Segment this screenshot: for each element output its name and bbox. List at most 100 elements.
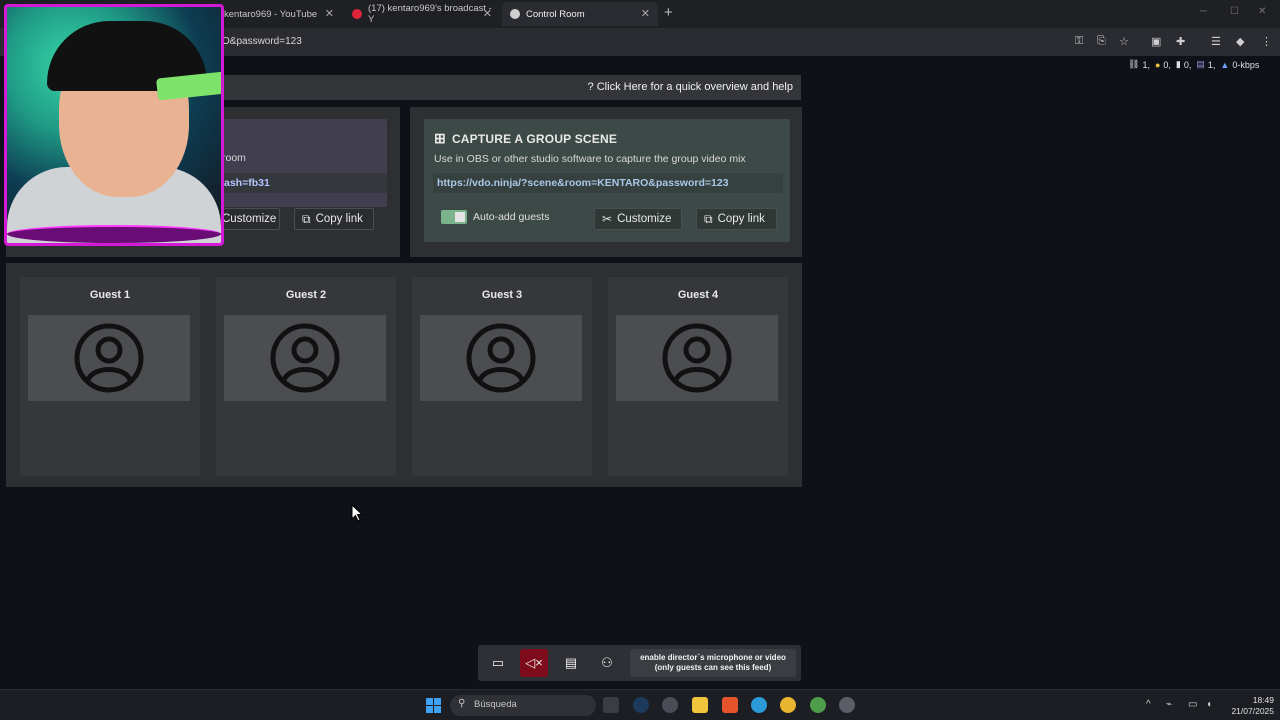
scene-title-text: CAPTURE A GROUP SCENE <box>451 131 618 146</box>
steam-icon[interactable] <box>633 697 649 713</box>
display-icon[interactable]: ▭ <box>1188 699 1197 710</box>
connection-stats: ⛓ 1, ● 0, ▮ 0, ▤ 1, ▲ 0-kbps <box>1128 59 1259 70</box>
scene-copy-link-button[interactable]: ⧉ Copy link <box>696 208 777 230</box>
clock-date: 21/07/2025 <box>1231 706 1274 716</box>
clock-time: 18:49 <box>1252 695 1274 705</box>
key-icon[interactable]: ⚿ <box>1075 35 1083 48</box>
director-toolbar: ▭ ◁× ▤ ⚇ enable director`s microphone or… <box>478 645 801 681</box>
close-icon[interactable]: ✕ <box>641 7 650 20</box>
windows-start-icon[interactable] <box>426 698 441 713</box>
guest-name: Guest 1 <box>89 289 131 301</box>
new-tab-button[interactable]: + <box>664 4 673 21</box>
webcam-overlay <box>4 4 224 246</box>
minimize-icon[interactable]: ─ <box>1200 6 1207 17</box>
auto-add-guests-label: Auto-add guests <box>473 211 550 223</box>
chat-button[interactable]: ▭ <box>484 649 512 677</box>
guest-name: Guest 4 <box>677 289 719 301</box>
wallet-icon[interactable]: ◆ <box>1236 35 1244 48</box>
guest-slot: Guest 4 <box>608 277 788 476</box>
copy-icon: ⧉ <box>302 211 311 226</box>
chrome-profile-icon[interactable] <box>810 697 826 713</box>
user-avatar-icon <box>466 323 536 393</box>
mic-hint-line2: (only guests can see this feed) <box>654 663 772 672</box>
user-avatar-icon <box>270 323 340 393</box>
users-gear-icon: ⚇ <box>601 655 613 670</box>
capture-scene-panel: ⊞ CAPTURE A GROUP SCENE Use in OBS or ot… <box>410 107 802 257</box>
guest-video-placeholder <box>420 315 582 401</box>
copy-label: Copy link <box>315 213 363 225</box>
guest-slot: Guest 1 <box>20 277 200 476</box>
scene-panel-inner: ⊞ CAPTURE A GROUP SCENE Use in OBS or ot… <box>424 119 790 242</box>
link-icon: ⛓ <box>1128 59 1140 69</box>
scene-link-field[interactable]: https://vdo.ninja/?scene&room=KENTARO&pa… <box>433 173 783 193</box>
translate-icon[interactable]: ⎘ <box>1097 35 1106 48</box>
video-icon: ▮ <box>1175 59 1181 69</box>
tab-control-room[interactable]: Control Room ✕ <box>502 2 658 26</box>
task-view-icon[interactable] <box>603 697 619 713</box>
headset-icon[interactable] <box>662 697 678 713</box>
invite-link-field[interactable]: ash=fb31 <box>220 173 387 193</box>
window-close-icon[interactable]: ✕ <box>1258 6 1266 17</box>
file-explorer-icon[interactable] <box>692 697 708 713</box>
close-icon[interactable]: ✕ <box>325 7 334 20</box>
extension-icon[interactable]: ▣ <box>1151 35 1161 48</box>
screen-icon: ▤ <box>1196 59 1205 69</box>
guest-video-placeholder <box>224 315 386 401</box>
youtube-icon <box>352 9 362 19</box>
playlist-icon[interactable]: ☰ <box>1211 35 1221 48</box>
user-avatar-icon <box>74 323 144 393</box>
taskbar-clock[interactable]: 18:49 21/07/2025 <box>1222 695 1274 717</box>
mute-speaker-button[interactable]: ◁× <box>520 649 548 677</box>
customize-label: Customize <box>617 213 672 225</box>
url-input[interactable]: O&password=123 <box>222 36 302 47</box>
help-link-label: Click Here for a quick overview and help <box>596 81 793 93</box>
guest-name: Guest 2 <box>285 289 327 301</box>
guest-slot: Guest 2 <box>216 277 396 476</box>
layout-button[interactable]: ▤ <box>557 649 585 677</box>
obs-icon[interactable] <box>839 697 855 713</box>
enable-director-mic-button[interactable]: enable director`s microphone or video (o… <box>630 649 796 677</box>
puzzle-icon[interactable]: ✚ <box>1176 35 1185 48</box>
bookmark-star-icon[interactable]: ☆ <box>1119 35 1129 48</box>
invite-description: room <box>222 152 246 164</box>
copy-label: Copy link <box>717 213 765 225</box>
network-icon[interactable]: ⌁ <box>1166 699 1172 710</box>
mouse-cursor-icon <box>351 504 363 522</box>
auto-add-guests-toggle[interactable] <box>441 210 467 224</box>
speaker-muted-icon: ◁× <box>525 655 543 670</box>
user-avatar-icon <box>662 323 732 393</box>
grid-icon: ⊞ <box>434 130 446 146</box>
brave-browser-icon[interactable] <box>722 697 738 713</box>
scene-description: Use in OBS or other studio software to c… <box>434 153 746 165</box>
volume-icon[interactable]: ◖ <box>1206 699 1212 710</box>
edge-browser-icon[interactable] <box>751 697 767 713</box>
close-icon[interactable]: ✕ <box>483 7 492 20</box>
vdo-ninja-icon <box>510 9 520 19</box>
customize-label: Customize <box>222 213 277 225</box>
quick-overview-help-link[interactable]: ? Click Here for a quick overview and he… <box>588 81 793 93</box>
tab-broadcast[interactable]: (17) kentaro969's broadcast - Y ✕ <box>344 2 500 26</box>
help-circle-icon: ? <box>587 81 594 93</box>
maximize-icon[interactable]: ☐ <box>1230 6 1239 17</box>
video-count: 0, <box>1183 59 1192 70</box>
scene-panel-title: ⊞ CAPTURE A GROUP SCENE <box>434 130 617 147</box>
search-icon: ⚲ <box>458 698 466 709</box>
guests-settings-button[interactable]: ⚇ <box>593 649 621 677</box>
layout-icon: ▤ <box>564 655 578 670</box>
mic-hint-line1: enable director`s microphone or video <box>640 653 786 662</box>
tab-youtube[interactable]: kentaro969 - YouTube ✕ <box>216 2 342 26</box>
menu-icon[interactable]: ⋮ <box>1261 35 1272 48</box>
taskbar-search-input[interactable]: ⚲ Búsqueda <box>450 695 596 716</box>
mic-icon: ● <box>1154 59 1161 70</box>
chrome-browser-icon[interactable] <box>780 697 796 713</box>
tab-label: (17) kentaro969's broadcast - Y <box>368 3 492 25</box>
guest-slots: Guest 1 Guest 2 Guest 3 Guest 4 <box>6 263 802 487</box>
scene-customize-button[interactable]: ✂ Customize <box>594 208 682 230</box>
upload-icon: ▲ <box>1220 59 1230 70</box>
chat-icon: ▭ <box>491 655 505 670</box>
chevron-up-icon[interactable]: ^ <box>1146 699 1151 710</box>
windows-taskbar: ⚲ Búsqueda ^ ⌁ ▭ ◖ 18:49 21/07/2025 <box>0 689 1280 720</box>
invite-copy-link-button[interactable]: ⧉ Copy link <box>294 208 374 230</box>
screens-count: 1, <box>1207 59 1216 70</box>
search-placeholder: Búsqueda <box>474 699 517 710</box>
